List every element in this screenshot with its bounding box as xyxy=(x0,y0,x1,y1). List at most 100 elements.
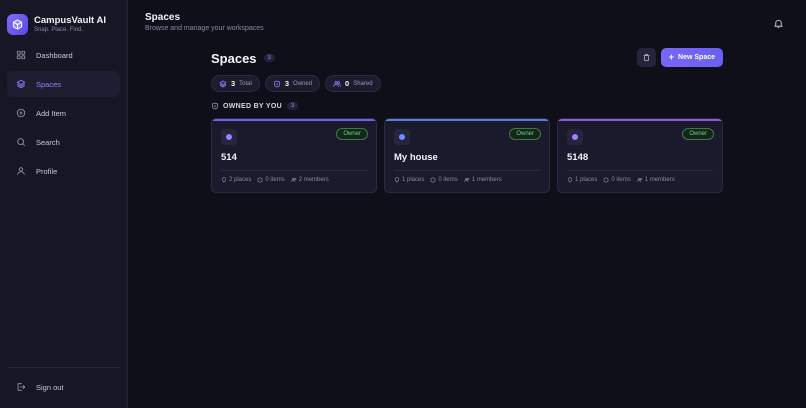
cube-icon xyxy=(221,129,237,145)
space-name: My house xyxy=(394,152,438,163)
pin-icon xyxy=(567,177,573,183)
new-space-button[interactable]: + New Space xyxy=(660,48,723,67)
box-icon xyxy=(604,177,609,183)
stat-value: 0 xyxy=(345,79,350,88)
search-icon xyxy=(16,137,26,147)
card-divider xyxy=(394,170,540,171)
spaces-count-badge: 3 xyxy=(263,54,275,62)
users-icon xyxy=(290,177,297,183)
users-icon xyxy=(463,177,470,183)
stat-value: 3 xyxy=(284,79,290,88)
space-card[interactable]: Owner My house 1 places 0 items 1 member… xyxy=(384,118,550,193)
trash-icon xyxy=(643,54,650,61)
items-text: 0 items xyxy=(611,177,631,183)
space-cards: Owner 514 2 places 0 items 2 members Own… xyxy=(211,118,723,193)
meta-members: 2 members xyxy=(290,177,329,183)
grid-icon xyxy=(16,50,26,60)
sidebar-divider xyxy=(7,367,120,368)
section-owned: OWNED BY YOU 3 xyxy=(211,99,723,113)
sidebar-item-label: Search xyxy=(36,137,60,147)
spaces-panel: Spaces 3 + New Space 3 Total 3 Owned 0 S… xyxy=(211,48,723,193)
sidebar-item-label: Add Item xyxy=(36,108,67,118)
space-card[interactable]: Owner 5148 1 places 0 items 1 members xyxy=(557,118,723,193)
stat-label: Total xyxy=(239,80,252,87)
cube-icon xyxy=(394,129,410,145)
card-meta: 1 places 0 items 1 members xyxy=(567,177,681,183)
sidebar-item-dashboard[interactable]: Dashboard xyxy=(7,42,120,68)
sidebar-item-label: Dashboard xyxy=(36,50,73,60)
card-meta: 2 places 0 items 2 members xyxy=(221,177,335,183)
stat-value: 3 xyxy=(231,79,236,88)
shield-icon xyxy=(211,102,219,110)
space-name: 514 xyxy=(221,152,237,163)
stat-total: 3 Total xyxy=(211,75,260,92)
card-accent-bar xyxy=(558,119,722,121)
new-space-label: New Space xyxy=(678,54,715,61)
card-accent-bar xyxy=(212,119,376,121)
users-icon xyxy=(333,80,341,87)
meta-places: 2 places xyxy=(221,177,251,183)
meta-items: 0 items xyxy=(603,177,631,183)
space-card[interactable]: Owner 514 2 places 0 items 2 members xyxy=(211,118,377,193)
main-content: Spaces Browse and manage your workspaces… xyxy=(128,0,806,408)
section-count-badge: 3 xyxy=(286,102,299,110)
sidebar-item-label: Profile xyxy=(36,166,58,176)
places-text: 1 places xyxy=(402,177,425,183)
card-divider xyxy=(567,170,713,171)
sign-out-icon xyxy=(16,382,26,392)
box-icon xyxy=(258,177,263,183)
spaces-title: Spaces xyxy=(211,50,257,66)
owner-badge: Owner xyxy=(509,128,541,140)
owner-badge: Owner xyxy=(336,128,368,140)
brand-subtitle: Snap. Place. Find. xyxy=(34,26,84,33)
cube-logo-icon xyxy=(7,14,28,35)
pin-icon xyxy=(221,177,227,183)
delete-button[interactable] xyxy=(636,48,656,67)
sidebar-footer: Sign out xyxy=(0,367,127,408)
spaces-header: Spaces 3 + New Space xyxy=(211,48,723,68)
box-icon xyxy=(431,177,436,183)
items-text: 0 items xyxy=(265,177,285,183)
header-actions: + New Space xyxy=(636,48,723,67)
sidebar-item-add-item[interactable]: Add Item xyxy=(7,100,120,126)
plus-circle-icon xyxy=(16,108,26,118)
stat-label: Owned xyxy=(293,80,313,87)
app-window: CampusVault AI Snap. Place. Find. Dashbo… xyxy=(0,0,806,408)
stat-shared: 0 Shared xyxy=(325,75,381,92)
page-title: Spaces xyxy=(145,12,181,23)
space-name: 5148 xyxy=(567,152,589,163)
sign-out-label: Sign out xyxy=(36,382,64,392)
layers-icon xyxy=(16,79,26,89)
meta-items: 0 items xyxy=(430,177,458,183)
card-divider xyxy=(221,170,367,171)
owner-badge: Owner xyxy=(682,128,714,140)
pin-icon xyxy=(394,177,400,183)
cube-icon xyxy=(567,129,583,145)
sidebar: CampusVault AI Snap. Place. Find. Dashbo… xyxy=(0,0,128,408)
users-icon xyxy=(636,177,643,183)
places-text: 1 places xyxy=(575,177,598,183)
sidebar-item-spaces[interactable]: Spaces xyxy=(7,71,120,97)
stat-label: Shared xyxy=(353,80,373,87)
shield-icon xyxy=(273,80,280,87)
page-subtitle: Browse and manage your workspaces xyxy=(145,25,264,32)
members-text: 1 members xyxy=(644,177,675,183)
members-text: 2 members xyxy=(298,177,329,183)
sign-out-button[interactable]: Sign out xyxy=(7,376,120,398)
sidebar-item-search[interactable]: Search xyxy=(7,129,120,155)
plus-icon: + xyxy=(668,52,675,62)
sidebar-item-profile[interactable]: Profile xyxy=(7,158,120,184)
places-text: 2 places xyxy=(229,177,252,183)
meta-members: 1 members xyxy=(463,177,502,183)
items-text: 0 items xyxy=(438,177,458,183)
sidebar-nav: Dashboard Spaces Add Item Search Profile xyxy=(0,42,127,187)
brand-title: CampusVault AI xyxy=(34,14,106,26)
sidebar-item-label: Spaces xyxy=(36,79,62,89)
layers-icon xyxy=(219,80,227,87)
meta-items: 0 items xyxy=(257,177,285,183)
brand[interactable]: CampusVault AI Snap. Place. Find. xyxy=(0,0,127,40)
stats-row: 3 Total 3 Owned 0 Shared xyxy=(211,75,723,92)
bell-icon[interactable] xyxy=(773,16,784,29)
card-meta: 1 places 0 items 1 members xyxy=(394,177,508,183)
members-text: 1 members xyxy=(471,177,502,183)
